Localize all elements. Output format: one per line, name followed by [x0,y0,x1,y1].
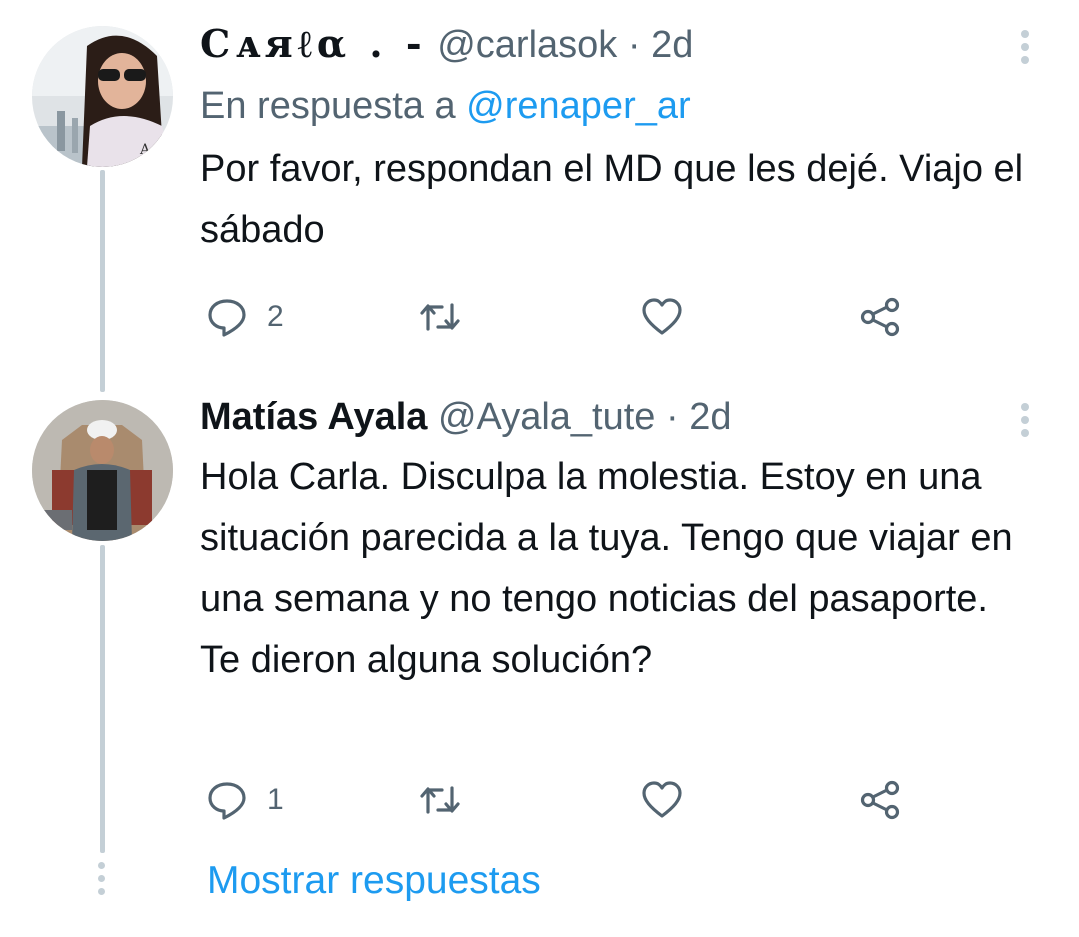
tweet: Cᴀяℓα . - @carlasok · 2d En respuesta a … [200,20,1023,261]
reply-button[interactable]: 2 [205,295,284,339]
share-button[interactable] [858,778,902,822]
reply-count: 2 [267,300,284,333]
timestamp[interactable]: 2d [651,24,693,66]
reply-mention-link[interactable]: @renaper_ar [466,85,690,127]
more-icon[interactable] [1021,403,1031,442]
reply-button[interactable]: 1 [205,778,284,822]
show-replies-link[interactable]: Mostrar respuestas [207,856,541,906]
more-icon[interactable] [1021,30,1031,69]
thread-line-bottom [100,545,105,853]
user-handle[interactable]: @Ayala_tute [438,396,655,438]
display-name[interactable]: Matías Ayala [200,396,427,438]
reply-icon [208,782,246,820]
reply-prefix: En respuesta a [200,85,456,127]
retweet-button[interactable] [418,778,462,822]
retweet-button[interactable] [418,295,462,339]
reply-icon [208,299,246,337]
tweet-actions: 2 [200,295,920,339]
separator-dot: · [627,24,641,66]
like-button[interactable] [640,778,684,822]
reply-count: 1 [267,783,284,816]
avatar[interactable]: A [32,26,173,167]
thread-ellipsis-icon [98,862,106,901]
user-handle[interactable]: @carlasok [437,24,617,66]
tweet-actions: 1 [200,778,920,822]
tweet-header: Cᴀяℓα . - @carlasok · 2d [200,20,1020,69]
share-icon [860,297,900,337]
share-button[interactable] [858,295,902,339]
like-icon [642,781,682,818]
avatar[interactable] [32,400,173,541]
display-name[interactable]: Cᴀяℓα . - [200,21,427,66]
tweet-text: Hola Carla. Disculpa la molestia. Estoy … [200,456,1013,681]
share-icon [860,780,900,820]
retweet-icon [420,786,460,814]
tweet-header: Matías Ayala @Ayala_tute · 2d [200,393,1020,441]
retweet-icon [420,303,460,331]
reply-context: En respuesta a @renaper_ar [200,81,1020,131]
svg-text:A: A [139,142,151,158]
like-button[interactable] [640,295,684,339]
thread-line-top [100,170,105,392]
tweet-text: Por favor, respondan el MD que les dejé.… [200,148,1024,251]
like-icon [642,298,682,335]
timestamp[interactable]: 2d [689,396,731,438]
separator-dot: · [666,396,679,438]
tweet: Matías Ayala @Ayala_tute · 2d Hola Carla… [200,393,1020,691]
